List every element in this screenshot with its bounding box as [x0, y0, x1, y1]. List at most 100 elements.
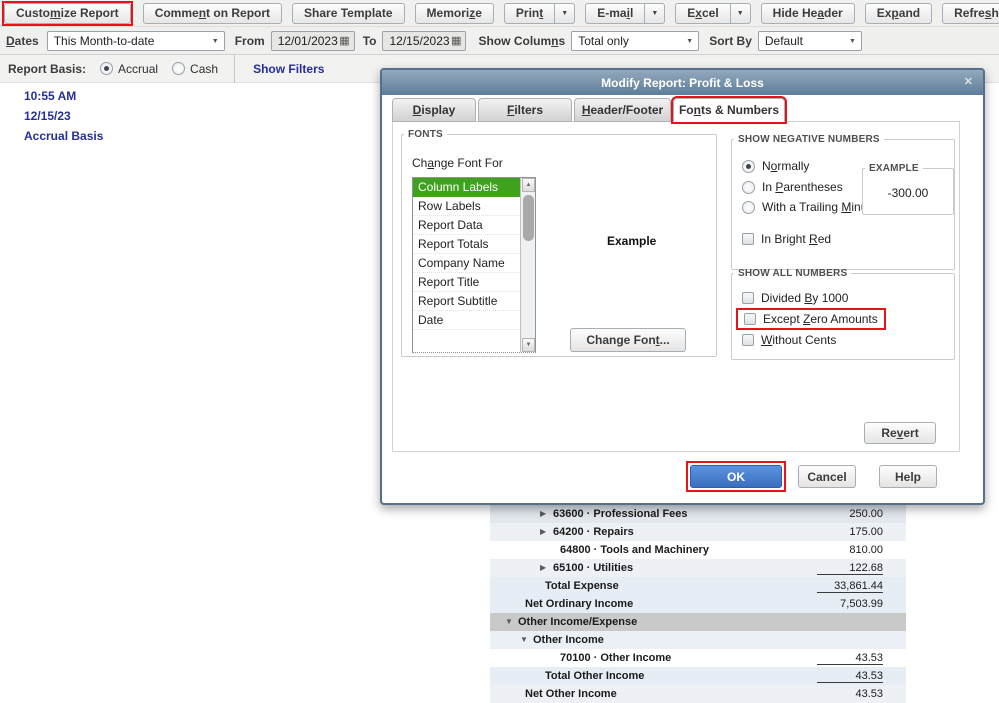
from-date-field[interactable]: 12/01/2023 ▦ [271, 31, 355, 51]
normally-radio[interactable] [742, 160, 755, 173]
table-row: Total Other Income 43.53 [490, 667, 906, 685]
list-item[interactable]: Date [413, 311, 520, 330]
to-date-value: 12/15/2023 [389, 34, 449, 48]
profit-loss-report-rows: ▶ 63600 · Professional Fees 250.00 ▶ 642… [490, 505, 906, 703]
table-row: 64800 · Tools and Machinery 810.00 [490, 541, 906, 559]
normally-radio-label[interactable]: Normally [762, 159, 809, 173]
list-item[interactable]: Report Title [413, 273, 520, 292]
cash-radio-label[interactable]: Cash [190, 62, 218, 76]
chevron-down-icon: ▼ [849, 38, 856, 45]
report-time: 10:55 AM [24, 89, 76, 103]
customize-report-button[interactable]: Customize Report [4, 3, 131, 24]
email-button[interactable]: E-mail [585, 3, 645, 24]
font-target-listbox[interactable]: Column Labels Row Labels Report Data Rep… [412, 177, 536, 353]
to-label: To [363, 34, 377, 48]
help-button[interactable]: Help [879, 465, 937, 488]
accrual-radio-label[interactable]: Accrual [118, 62, 158, 76]
change-font-button[interactable]: Change Font... [570, 328, 686, 352]
show-all-numbers-group: SHOW ALL NUMBERS Divided By 1000 Except … [731, 268, 955, 360]
hide-header-button[interactable]: Hide Header [761, 3, 855, 24]
cash-radio[interactable] [172, 62, 185, 75]
date-filter-bar: Dates This Month-to-date ▼ From 12/01/20… [0, 27, 999, 55]
tab-display[interactable]: Display [392, 98, 476, 122]
list-item[interactable]: Company Name [413, 254, 520, 273]
print-button[interactable]: Print [504, 3, 555, 24]
scrollbar-thumb[interactable] [523, 195, 534, 241]
scroll-up-icon[interactable]: ▲ [522, 178, 535, 192]
except-zero-amounts-checkbox-label[interactable]: Except Zero Amounts [763, 312, 878, 326]
excel-dropdown-arrow-icon[interactable]: ▼ [731, 3, 751, 24]
scroll-down-icon[interactable]: ▼ [522, 338, 535, 352]
divider [234, 55, 235, 83]
dialog-titlebar: Modify Report: Profit & Loss ✕ [382, 70, 983, 95]
divided-by-1000-checkbox[interactable] [742, 292, 754, 304]
tab-header-footer[interactable]: Header/Footer [574, 98, 671, 122]
list-item[interactable]: Report Totals [413, 235, 520, 254]
print-dropdown-arrow-icon[interactable]: ▼ [555, 3, 575, 24]
show-columns-value: Total only [578, 34, 629, 48]
calendar-icon[interactable]: ▦ [451, 35, 461, 48]
report-row-value: 7,503.99 [840, 598, 883, 610]
cancel-button[interactable]: Cancel [798, 465, 856, 488]
accrual-radio[interactable] [100, 62, 113, 75]
except-zero-amounts-checkbox[interactable] [744, 313, 756, 325]
trailing-minus-radio-label[interactable]: With a Trailing Minus [762, 200, 873, 214]
report-row-label: Total Expense [545, 580, 619, 592]
tab-filters[interactable]: Filters [478, 98, 572, 122]
list-item[interactable]: Report Subtitle [413, 292, 520, 311]
divided-by-1000-checkbox-label[interactable]: Divided By 1000 [761, 291, 848, 305]
memorize-button[interactable]: Memorize [415, 3, 494, 24]
from-date-value: 12/01/2023 [278, 34, 338, 48]
fonts-numbers-panel: FONTS Change Font For Column Labels Row … [392, 121, 960, 452]
email-dropdown-arrow-icon[interactable]: ▼ [645, 3, 665, 24]
without-cents-checkbox-label[interactable]: Without Cents [761, 333, 836, 347]
share-template-button[interactable]: Share Template [292, 3, 404, 24]
report-toolbar: Customize Report Comment on Report Share… [0, 0, 999, 27]
close-icon[interactable]: ✕ [964, 75, 973, 88]
show-columns-label: Show Columns [478, 34, 565, 48]
tab-fonts-numbers[interactable]: Fonts & Numbers [673, 98, 785, 122]
customize-report-annotation-box: Customize Report [2, 1, 133, 26]
show-columns-dropdown[interactable]: Total only ▼ [571, 31, 699, 51]
sort-by-value: Default [765, 34, 803, 48]
dialog-tabs: Display Filters Header/Footer Fonts & Nu… [392, 98, 785, 122]
report-row-label: Other Income/Expense [518, 616, 637, 628]
report-row-label: 64200 · Repairs [553, 526, 634, 538]
excel-split-button: Excel ▼ [675, 3, 750, 24]
sort-by-dropdown[interactable]: Default ▼ [758, 31, 862, 51]
list-item[interactable]: Column Labels [413, 178, 520, 197]
excel-button[interactable]: Excel [675, 3, 730, 24]
without-cents-checkbox[interactable] [742, 334, 754, 346]
comment-on-report-button[interactable]: Comment on Report [143, 3, 282, 24]
trailing-minus-radio[interactable] [742, 201, 755, 214]
expand-arrow-icon[interactable]: ▶ [540, 510, 546, 518]
in-parentheses-radio-label[interactable]: In Parentheses [762, 180, 843, 194]
report-date: 12/15/23 [24, 109, 71, 123]
calendar-icon[interactable]: ▦ [339, 35, 349, 48]
report-basis-text: Accrual Basis [24, 129, 103, 143]
collapse-arrow-icon[interactable]: ▼ [520, 636, 528, 644]
expand-arrow-icon[interactable]: ▶ [540, 564, 546, 572]
revert-button[interactable]: Revert [864, 422, 936, 444]
show-filters-link[interactable]: Show Filters [253, 62, 324, 76]
table-row: Net Other Income 43.53 [490, 685, 906, 703]
to-date-field[interactable]: 12/15/2023 ▦ [382, 31, 466, 51]
in-bright-red-checkbox-label[interactable]: In Bright Red [761, 232, 831, 246]
list-item[interactable]: Report Data [413, 216, 520, 235]
dates-dropdown[interactable]: This Month-to-date ▼ [47, 31, 225, 51]
list-item[interactable]: Row Labels [413, 197, 520, 216]
negative-example-value: -300.00 [863, 186, 953, 200]
ok-button[interactable]: OK [690, 465, 782, 488]
report-row-label: 65100 · Utilities [553, 562, 633, 574]
in-parentheses-radio[interactable] [742, 181, 755, 194]
collapse-arrow-icon[interactable]: ▼ [505, 618, 513, 626]
change-font-for-label: Change Font For [412, 156, 503, 170]
table-row: ▶ 63600 · Professional Fees 250.00 [490, 505, 906, 523]
dialog-title: Modify Report: Profit & Loss [601, 76, 764, 90]
ok-annotation-box: OK [686, 461, 786, 492]
listbox-scrollbar[interactable]: ▲ ▼ [520, 178, 535, 352]
expand-button[interactable]: Expand [865, 3, 932, 24]
in-bright-red-checkbox[interactable] [742, 233, 754, 245]
refresh-button[interactable]: Refresh [942, 3, 999, 24]
expand-arrow-icon[interactable]: ▶ [540, 528, 546, 536]
